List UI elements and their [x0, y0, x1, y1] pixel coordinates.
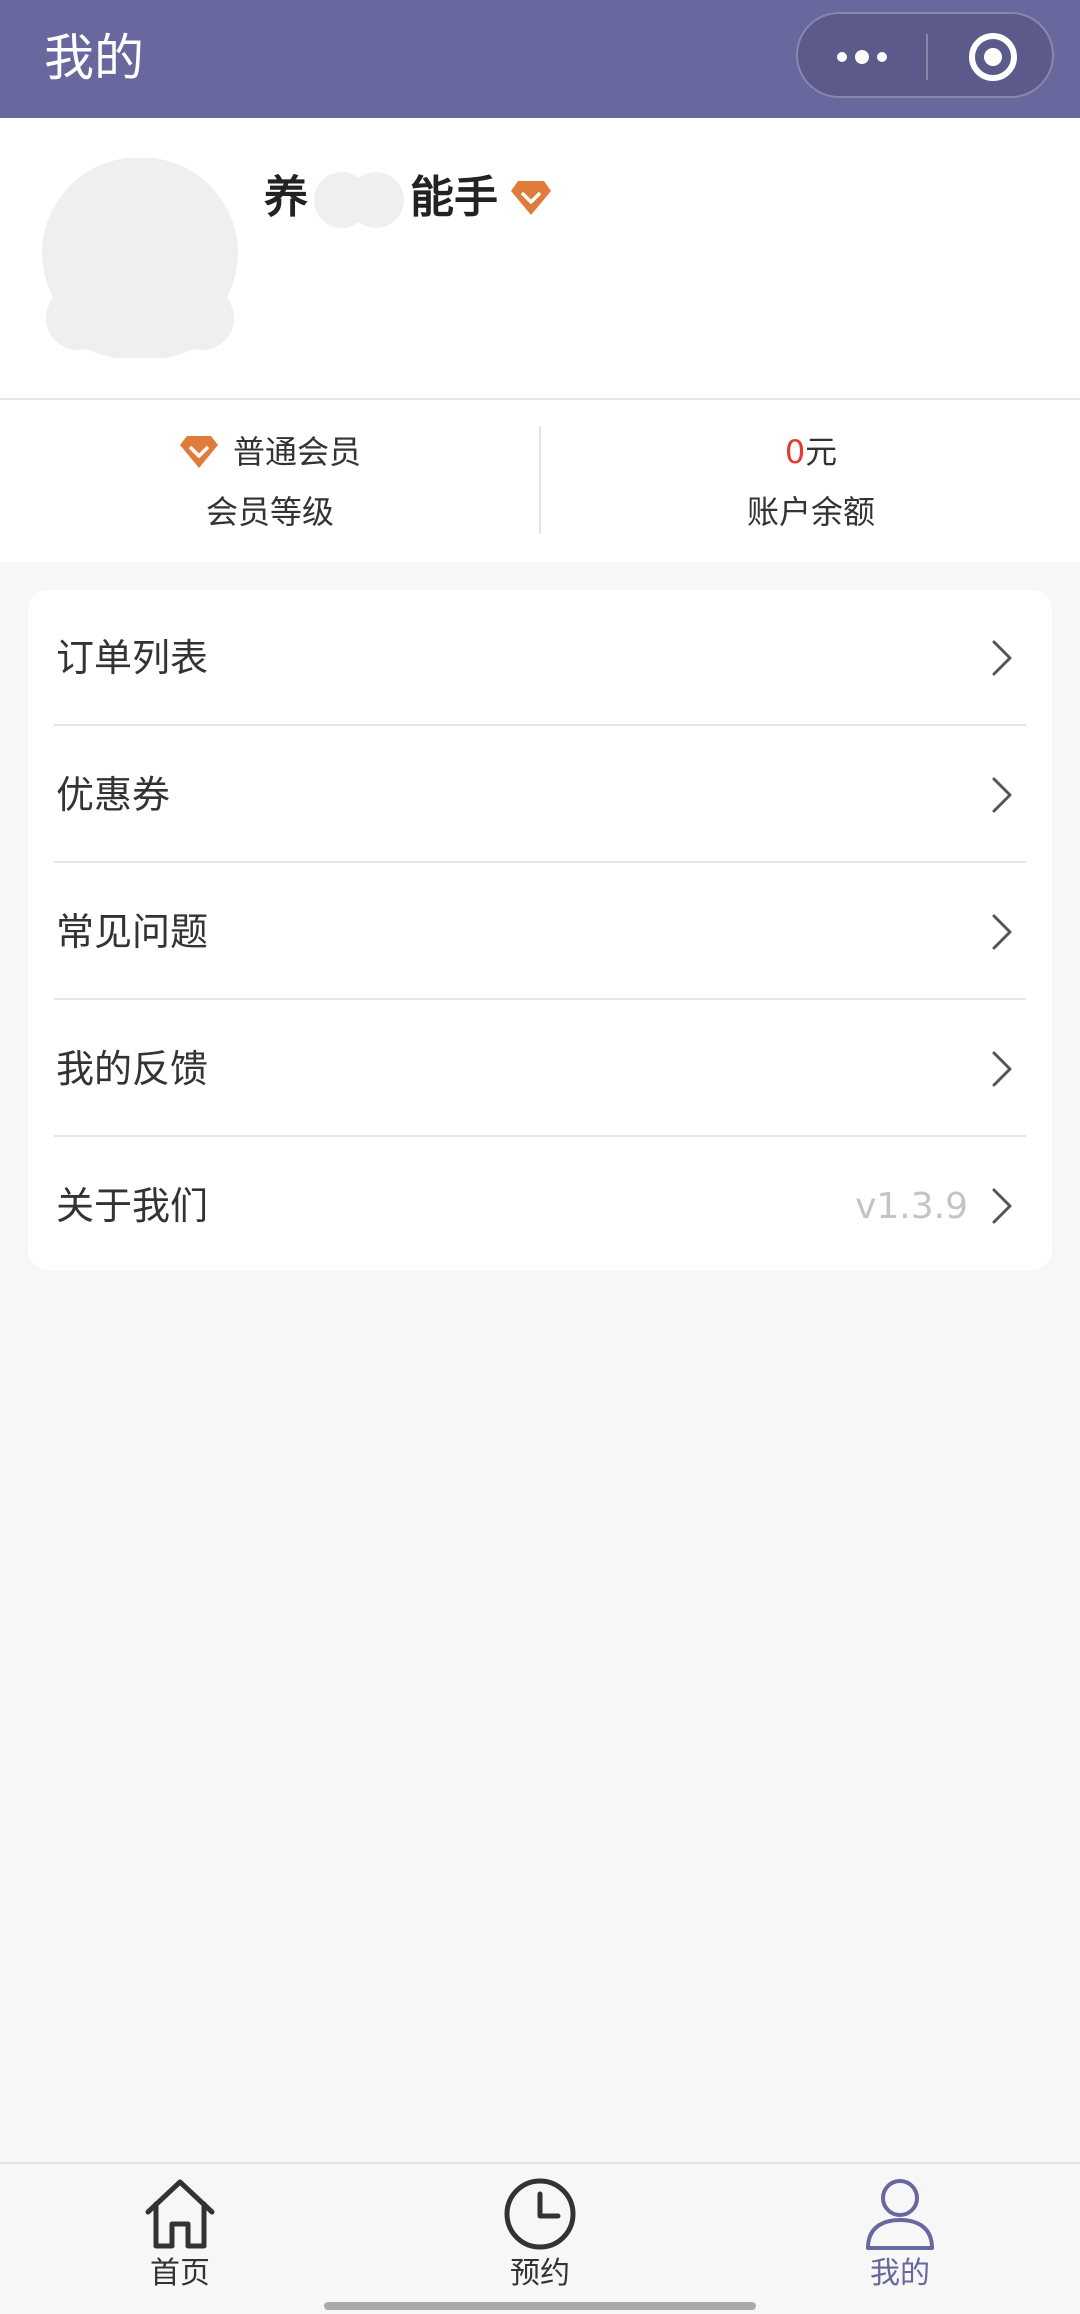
menu-item-label: 关于我们	[56, 1184, 209, 1228]
member-stats: 普通会员 会员等级 0 元 账户余额	[0, 400, 1080, 562]
version-text: v1.3.9	[855, 1186, 968, 1227]
tab-mine[interactable]: 我的	[800, 2176, 1000, 2296]
target-circle-icon[interactable]	[966, 30, 1020, 84]
username-prefix: 养	[264, 172, 308, 223]
diamond-badge-icon	[511, 181, 551, 215]
balance-unit: 元	[805, 433, 838, 471]
menu-item-feedback[interactable]: 我的反馈	[28, 1001, 1052, 1138]
menu-item-orders[interactable]: 订单列表	[28, 590, 1052, 727]
menu-divider	[54, 998, 1026, 1000]
member-level-label: 会员等级	[205, 493, 334, 531]
menu-divider	[54, 724, 1026, 726]
tab-label: 首页	[150, 2256, 210, 2291]
mini-program-capsule	[796, 12, 1054, 98]
profile-section: 养 能手	[0, 118, 1080, 398]
menu-item-faq[interactable]: 常见问题	[28, 864, 1052, 1001]
balance-block[interactable]: 0 元 账户余额	[542, 400, 1080, 562]
top-nav-bar: 我的	[0, 0, 1080, 118]
stats-divider	[539, 426, 541, 534]
menu-item-label: 我的反馈	[56, 1047, 209, 1091]
chevron-right-icon	[992, 1188, 1012, 1224]
menu-item-coupons[interactable]: 优惠券	[28, 727, 1052, 864]
more-dots-icon[interactable]	[832, 42, 892, 72]
member-level-block[interactable]: 普通会员 会员等级	[0, 400, 540, 562]
name-mask	[310, 168, 408, 228]
menu-item-label: 常见问题	[56, 910, 209, 954]
menu-list: 订单列表 优惠券 常见问题 我的反馈 关于我们 v1.3.9	[28, 590, 1052, 1270]
capsule-divider	[926, 34, 928, 80]
menu-item-label: 优惠券	[56, 773, 171, 817]
tab-label: 我的	[870, 2256, 930, 2291]
avatar[interactable]	[40, 157, 240, 360]
username: 养 能手	[264, 168, 552, 228]
balance-amount: 0	[784, 433, 806, 471]
page-title: 我的	[44, 29, 144, 87]
menu-divider	[54, 861, 1026, 863]
chevron-right-icon	[992, 914, 1012, 950]
bottom-tab-bar: 首页 预约 我的	[0, 2162, 1080, 2314]
user-icon	[866, 2179, 934, 2250]
tab-label: 预约	[510, 2256, 570, 2291]
chevron-right-icon	[992, 777, 1012, 813]
menu-divider	[54, 1135, 1026, 1137]
username-suffix: 能手	[410, 172, 498, 223]
home-indicator[interactable]	[324, 2302, 756, 2310]
tab-home[interactable]: 首页	[80, 2176, 280, 2296]
member-level-value: 普通会员	[232, 433, 361, 471]
home-icon	[145, 2179, 215, 2249]
tab-booking[interactable]: 预约	[440, 2176, 640, 2296]
menu-item-about[interactable]: 关于我们 v1.3.9	[28, 1138, 1052, 1275]
chevron-right-icon	[992, 640, 1012, 676]
menu-item-label: 订单列表	[56, 636, 209, 680]
diamond-badge-icon	[179, 436, 218, 468]
chevron-right-icon	[992, 1051, 1012, 1087]
clock-icon	[504, 2178, 576, 2250]
balance-label: 账户余额	[746, 493, 875, 531]
